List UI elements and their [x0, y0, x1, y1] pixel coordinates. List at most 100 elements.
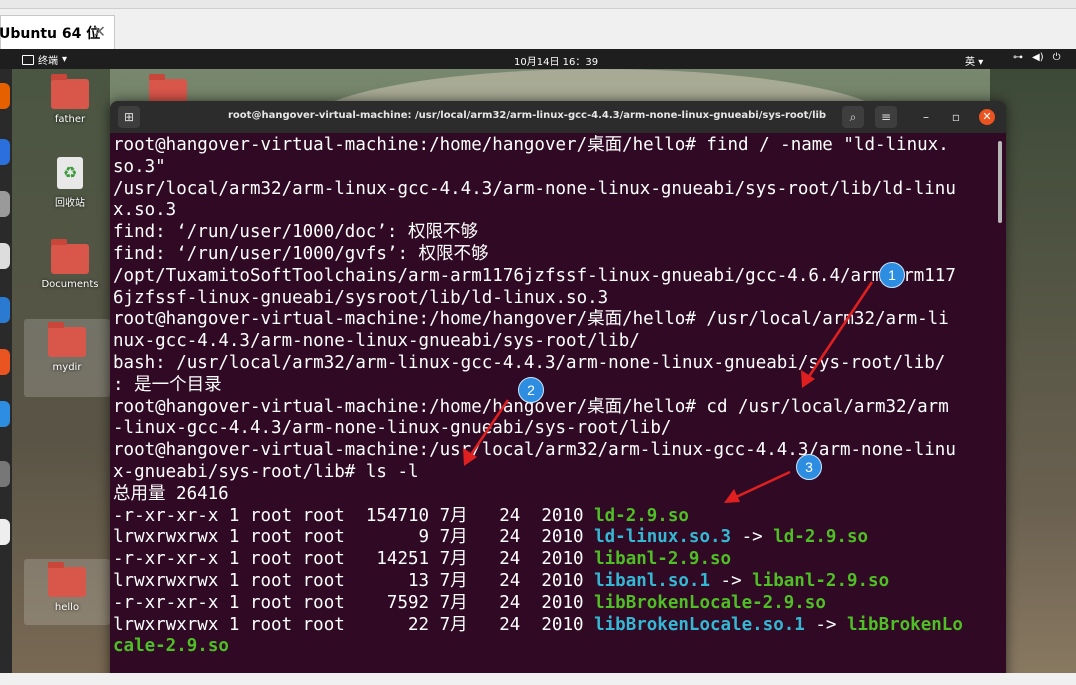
listing-link-arrow: ->: [804, 614, 847, 635]
listing-perms: -r-xr-xr-x 1 root root 154710 7月 24 2010: [113, 505, 595, 526]
terminal-line: : 是一个目录: [113, 374, 222, 395]
listing-link-target: libanl-2.9.so: [752, 570, 890, 591]
terminal-app-icon: [22, 54, 34, 65]
listing-filename: libanl.so.1: [594, 570, 710, 591]
listing-perms: lrwxrwxrwx 1 root root 9 7月 24 2010: [113, 527, 595, 548]
input-method-label: 英: [965, 57, 975, 68]
disc-icon[interactable]: [0, 519, 10, 545]
dock: [0, 69, 12, 685]
system-tray[interactable]: ⊶ ◀) ⏻: [1013, 52, 1061, 63]
writer-icon[interactable]: [0, 297, 10, 323]
network-icon: ⊶: [1013, 52, 1023, 63]
annotation-badge-2: 2: [518, 377, 544, 403]
activities-menu[interactable]: 终端 ▾: [22, 52, 67, 67]
desktop-icon-trash[interactable]: ♻ 回收站: [40, 157, 100, 209]
listing-row: lrwxrwxrwx 1 root root 22 7月 24 2010 lib…: [113, 615, 993, 637]
folder-icon: [48, 562, 86, 597]
search-button[interactable]: ⌕: [842, 106, 864, 128]
terminal-line: /usr/local/arm32/arm-linux-gcc-4.4.3/arm…: [113, 178, 956, 199]
listing-perms: -r-xr-xr-x 1 root root 7592 7月 24 2010: [113, 592, 595, 613]
desktop-icon-label: 回收站: [55, 198, 85, 209]
folder-icon: [51, 74, 89, 109]
activities-label: 终端: [38, 56, 58, 67]
software-icon[interactable]: [0, 349, 10, 375]
terminal-scrollbar[interactable]: [998, 141, 1002, 223]
terminal-line: bash: /usr/local/arm32/arm-linux-gcc-4.4…: [113, 352, 946, 373]
vm-tab-ubuntu[interactable]: Ubuntu 64 位 ✕: [0, 15, 115, 49]
listing-filename: libBrokenLocale-2.9.so: [594, 592, 826, 613]
desktop-icon-label: father: [54, 114, 86, 125]
app-icon[interactable]: [0, 461, 10, 487]
trash-icon: ♻: [57, 157, 83, 189]
rhythmbox-icon[interactable]: [0, 243, 10, 269]
terminal-window[interactable]: ⊞ root@hangover-virtual-machine: /usr/lo…: [110, 101, 1006, 685]
ubuntu-desktop: 终端 ▾ 10月14日 16：39 英 ▾ ⊶ ◀) ⏻ father ♻ 回收…: [0, 49, 1076, 685]
listing-filename: libBrokenLocale.so.1: [594, 614, 805, 635]
listing-row: lrwxrwxrwx 1 root root 9 7月 24 2010 ld-l…: [113, 527, 993, 549]
terminal-output[interactable]: root@hangover-virtual-machine:/home/hang…: [113, 135, 993, 658]
terminal-header-bar[interactable]: ⊞ root@hangover-virtual-machine: /usr/lo…: [110, 101, 1006, 133]
desktop-icon-label: hello: [54, 602, 80, 613]
terminal-title: root@hangover-virtual-machine: /usr/loca…: [228, 110, 827, 121]
listing-row: -r-xr-xr-x 1 root root 154710 7月 24 2010…: [113, 506, 993, 528]
maximize-button[interactable]: ▫: [948, 109, 964, 125]
folder-icon: [48, 322, 86, 357]
listing-perms: -r-xr-xr-x 1 root root 14251 7月 24 2010: [113, 549, 595, 570]
files-icon[interactable]: [0, 191, 10, 217]
firefox-icon[interactable]: [0, 83, 10, 109]
terminal-line: x-gnueabi/sys-root/lib# ls -l: [113, 461, 419, 482]
gnome-top-bar: 终端 ▾ 10月14日 16：39 英 ▾ ⊶ ◀) ⏻: [0, 49, 1076, 69]
annotation-badge-3: 3: [796, 454, 822, 480]
input-method-indicator[interactable]: 英 ▾: [965, 53, 983, 68]
chevron-down-icon: ▾: [978, 57, 984, 68]
annotation-badge-1: 1: [879, 262, 905, 288]
new-tab-button[interactable]: ⊞: [118, 106, 140, 128]
terminal-line: root@hangover-virtual-machine:/home/hang…: [113, 309, 949, 330]
vm-tab-bar: Ubuntu 64 位 ✕: [0, 0, 1076, 50]
help-icon[interactable]: [0, 401, 10, 427]
vm-status-bar: [0, 673, 1076, 685]
desktop-icon-mydir[interactable]: mydir: [24, 319, 110, 397]
listing-link-target: ld-2.9.so: [773, 527, 869, 548]
volume-icon: ◀): [1032, 52, 1044, 63]
listing-perms: lrwxrwxrwx 1 root root 22 7月 24 2010: [113, 614, 595, 635]
terminal-line: cale-2.9.so: [113, 636, 229, 657]
listing-link-target: libBrokenLo: [846, 614, 963, 635]
terminal-line: nux-gcc-4.4.3/arm-none-linux-gnueabi/sys…: [113, 331, 640, 352]
listing-link-arrow: ->: [710, 570, 753, 591]
listing-filename: ld-linux.so.3: [594, 527, 732, 548]
terminal-line: root@hangover-virtual-machine:/home/hang…: [113, 135, 949, 155]
listing-row: -r-xr-xr-x 1 root root 7592 7月 24 2010 l…: [113, 593, 993, 615]
thunderbird-icon[interactable]: [0, 139, 10, 165]
terminal-line: 6jzfssf-linux-gnueabi/sysroot/lib/ld-lin…: [113, 287, 609, 308]
listing-filename: ld-2.9.so: [594, 505, 689, 526]
terminal-line: /opt/TuxamitoSoftToolchains/arm-arm1176j…: [113, 265, 956, 286]
chevron-down-icon: ▾: [62, 54, 68, 65]
terminal-line: root@hangover-virtual-machine:/usr/local…: [113, 440, 956, 461]
clock[interactable]: 10月14日 16：39: [514, 53, 598, 68]
terminal-line: x.so.3: [113, 200, 177, 221]
vm-tab-close-icon[interactable]: ✕: [93, 22, 106, 41]
folder-icon: [51, 239, 89, 274]
desktop-icon-label: mydir: [52, 362, 82, 373]
listing-perms: lrwxrwxrwx 1 root root 13 7月 24 2010: [113, 570, 595, 591]
desktop-icon-label: Documents: [41, 279, 99, 290]
listing-row: lrwxrwxrwx 1 root root 13 7月 24 2010 lib…: [113, 571, 993, 593]
listing-row: -r-xr-xr-x 1 root root 14251 7月 24 2010 …: [113, 549, 993, 571]
desktop-icon-hello[interactable]: hello: [24, 559, 110, 625]
terminal-line: so.3": [113, 156, 166, 177]
desktop-icon-documents[interactable]: Documents: [40, 239, 100, 290]
vm-toolbar-strip: [0, 0, 1076, 9]
terminal-line: -linux-gcc-4.4.3/arm-none-linux-gnueabi/…: [113, 418, 672, 439]
menu-button[interactable]: ≡: [875, 106, 897, 128]
desktop-icon-father[interactable]: father: [40, 74, 100, 125]
terminal-line: find: ‘/run/user/1000/gvfs’: 权限不够: [113, 243, 489, 264]
power-icon: ⏻: [1052, 52, 1061, 63]
terminal-line: 总用量 26416: [113, 483, 229, 504]
listing-filename: libanl-2.9.so: [594, 549, 732, 570]
vm-tab-label: Ubuntu 64 位: [0, 25, 101, 42]
terminal-line: find: ‘/run/user/1000/doc’: 权限不够: [113, 222, 479, 243]
minimize-button[interactable]: –: [918, 109, 934, 125]
close-button[interactable]: ✕: [979, 109, 995, 125]
listing-link-arrow: ->: [731, 527, 774, 548]
